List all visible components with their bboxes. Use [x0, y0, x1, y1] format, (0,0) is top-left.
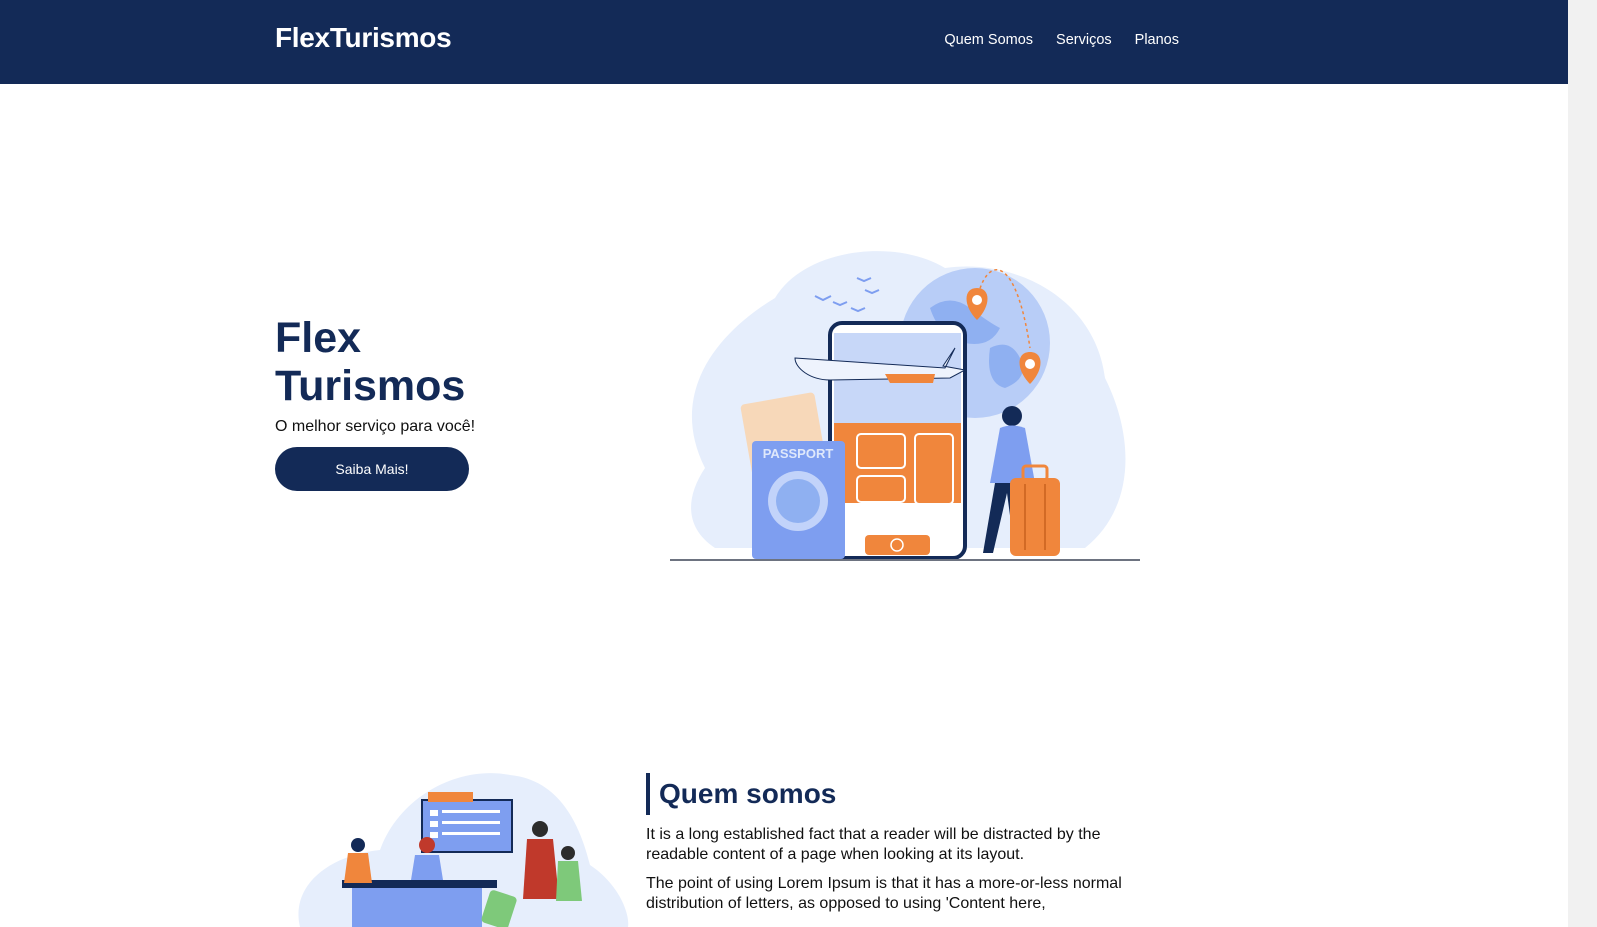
nav-links: Quem Somos Serviços Planos [944, 32, 1179, 48]
svg-text:PASSPORT: PASSPORT [763, 446, 834, 461]
airport-checkin-illustration [298, 773, 629, 927]
suitcase-icon [1010, 464, 1060, 556]
top-navbar: FlexTurismos Quem Somos Serviços Planos [0, 0, 1568, 84]
nav-link-servicos[interactable]: Serviços [1056, 32, 1112, 48]
about-title: Quem somos [646, 773, 836, 815]
hero-title-line2: Turismos [275, 362, 466, 410]
passport-icon: PASSPORT [752, 441, 845, 559]
about-paragraph-2: The point of using Lorem Ipsum is that i… [646, 875, 1122, 912]
nav-link-planos[interactable]: Planos [1135, 32, 1179, 48]
hero-subtitle: O melhor serviço para você! [275, 418, 476, 435]
travel-illustration: PASSPORT [670, 251, 1140, 561]
hero-title: Flex Turismos [275, 314, 465, 410]
about-paragraph-1: It is a long established fact that a rea… [646, 826, 1101, 863]
page-scrollbar[interactable] [1568, 0, 1597, 927]
brand-logo[interactable]: FlexTurismos [275, 22, 452, 54]
saiba-mais-button[interactable]: Saiba Mais! [275, 447, 469, 491]
nav-link-quem-somos[interactable]: Quem Somos [944, 32, 1033, 48]
hero-title-line1: Flex [275, 314, 362, 362]
